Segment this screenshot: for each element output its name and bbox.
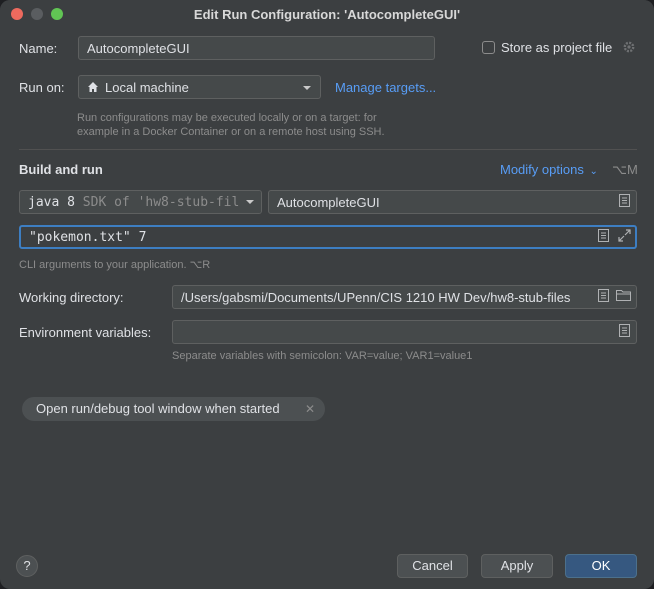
edit-env-icon[interactable] [616,324,632,340]
run-on-value: Local machine [105,80,189,95]
environment-variables-label: Environment variables: [19,325,152,340]
jdk-description: SDK of 'hw8-stub-files' [74,195,262,210]
environment-variables-input[interactable] [172,320,637,344]
apply-button[interactable]: Apply [481,554,553,578]
ok-button[interactable]: OK [565,554,637,578]
chevron-down-icon: ⌄ [589,166,598,177]
home-icon [87,77,99,98]
modify-options-shortcut: ⌥M [612,162,638,177]
window-title: Edit Run Configuration: 'AutocompleteGUI… [193,7,461,22]
working-directory-label: Working directory: [19,290,124,305]
macros-icon[interactable] [595,289,611,305]
run-on-dropdown[interactable]: Local machine [78,75,321,99]
program-arguments-input[interactable]: "pokemon.txt" 7 [19,225,637,249]
folder-icon[interactable] [615,289,631,305]
run-on-hint-line1: Run configurations may be executed local… [77,112,377,124]
jdk-dropdown[interactable]: java 8 SDK of 'hw8-stub-files' [19,190,262,214]
expand-icon[interactable] [616,229,632,245]
browse-class-icon[interactable] [616,194,632,210]
expand-editor-icon[interactable] [595,229,611,245]
store-as-project-file-checkbox[interactable] [482,41,495,54]
environment-variables-hint: Separate variables with semicolon: VAR=v… [172,350,473,362]
manage-targets-link[interactable]: Manage targets... [335,80,436,95]
chevron-down-icon [239,191,261,213]
title-bar: Edit Run Configuration: 'AutocompleteGUI… [0,0,654,28]
cancel-button[interactable]: Cancel [397,554,468,578]
gear-icon[interactable] [621,40,637,56]
help-icon: ? [23,558,31,573]
modify-options-label: Modify options [500,162,584,177]
section-separator [19,149,637,150]
name-label: Name: [19,41,58,56]
name-input[interactable]: AutocompleteGUI [78,36,435,60]
working-directory-input[interactable]: /Users/gabsmi/Documents/UPenn/CIS 1210 H… [172,285,637,309]
open-tool-window-label: Open run/debug tool window when started [36,401,280,416]
jdk-version: java 8 [28,195,75,210]
close-icon[interactable]: ✕ [305,397,315,421]
modify-options-link[interactable]: Modify options ⌄ [500,162,598,177]
open-tool-window-option[interactable]: Open run/debug tool window when started … [22,397,325,421]
run-on-label: Run on: [19,80,65,95]
run-config-dialog: Edit Run Configuration: 'AutocompleteGUI… [0,0,654,589]
help-button[interactable]: ? [16,555,38,577]
run-on-hint-line2: example in a Docker Container or on a re… [77,126,385,138]
program-arguments-hint: CLI arguments to your application. ⌥R [19,259,211,271]
store-as-project-file-label: Store as project file [501,40,613,55]
main-class-input[interactable]: AutocompleteGUI [268,190,637,214]
build-and-run-title: Build and run [19,162,103,177]
chevron-down-icon [302,76,312,98]
